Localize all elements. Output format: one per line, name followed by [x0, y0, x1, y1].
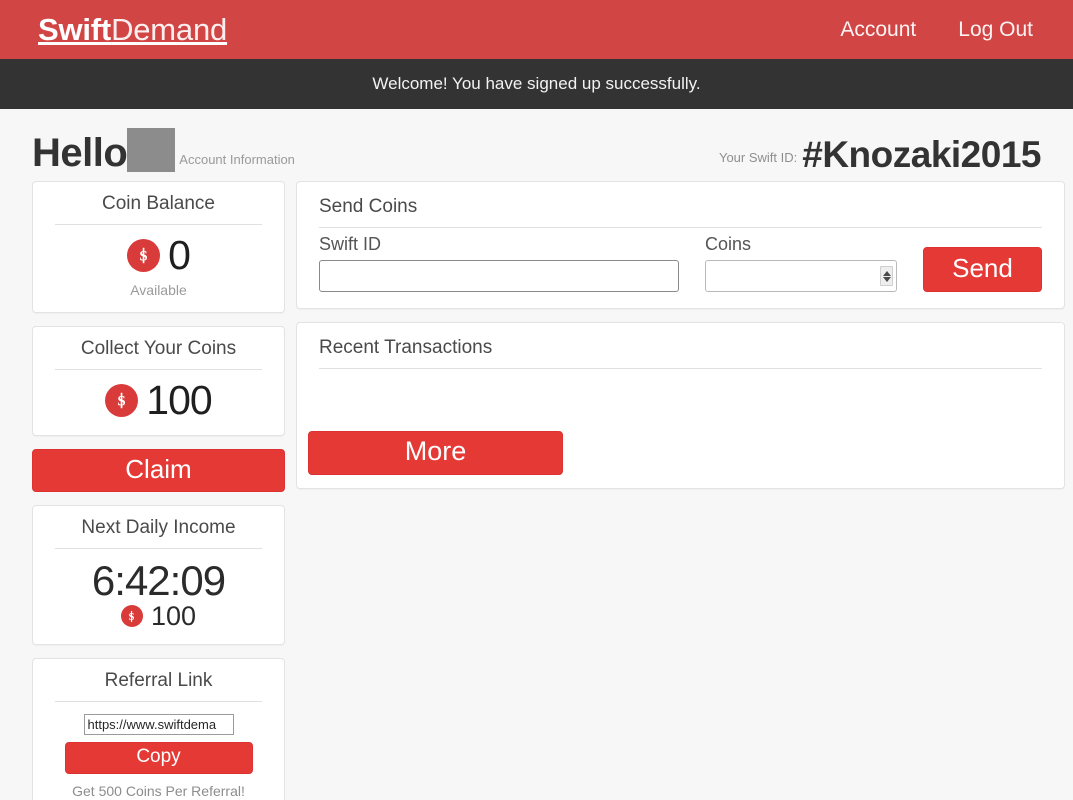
swift-id-input-label: Swift ID [319, 234, 382, 254]
nav-link-log-out[interactable]: Log Out [958, 18, 1033, 42]
claim-button[interactable]: Claim [32, 449, 285, 492]
recent-transactions-footer: More [297, 431, 1064, 488]
number-spinner-icon[interactable] [880, 266, 893, 286]
coin-balance-title: Coin Balance [101, 193, 216, 214]
next-daily-income-card: Next Daily Income 6:42:09 S 100 [32, 504, 285, 645]
coin-balance-sublabel: Available [130, 282, 187, 298]
swift-id-label: Your Swift ID: [718, 150, 798, 165]
coin-balance-amount-row: S 0 [47, 235, 270, 276]
coins-input-wrapper [705, 260, 897, 292]
coin-balance-amount: 0 [168, 232, 191, 278]
brand-logo[interactable]: SwiftDemand [38, 14, 227, 45]
next-daily-income-body: 6:42:09 S 100 [33, 549, 284, 644]
more-transactions-button[interactable]: More [308, 431, 563, 475]
top-navbar: SwiftDemand Account Log Out [0, 0, 1073, 59]
account-information-link[interactable]: Account Information [179, 152, 295, 167]
swift-coin-icon: S [127, 239, 161, 272]
left-column: Coin Balance S 0 Available [32, 181, 285, 800]
coin-balance-card: Coin Balance S 0 Available [32, 181, 285, 313]
send-button[interactable]: Send [923, 247, 1042, 292]
flash-message-bar: Welcome! You have signed up successfully… [0, 59, 1073, 109]
referral-link-body: Copy Get 500 Coins Per Referral! [33, 702, 284, 800]
next-daily-income-amount: 100 [150, 600, 197, 631]
page-title: Hello [32, 131, 128, 175]
brand-logo-light: Demand [111, 12, 228, 47]
copy-referral-button[interactable]: Copy [64, 741, 253, 774]
swift-coin-icon: S [105, 384, 139, 417]
spinner-up-arrow-icon[interactable] [882, 270, 891, 276]
next-daily-income-title: Next Daily Income [81, 516, 236, 538]
swift-id-field-group: Swift ID [319, 234, 679, 292]
recent-transactions-list [297, 369, 1064, 431]
flash-message-text: Welcome! You have signed up successfully… [372, 74, 701, 93]
coins-input-label: Coins [705, 234, 752, 254]
send-coins-title: Send Coins [319, 196, 418, 217]
send-coins-card: Send Coins Swift ID Coins Send [296, 181, 1065, 309]
right-column: Send Coins Swift ID Coins Send Recent Tr… [296, 181, 1065, 502]
nav-link-account[interactable]: Account [840, 18, 916, 42]
referral-link-input[interactable] [83, 713, 234, 735]
coin-balance-body: S 0 Available [33, 225, 284, 312]
next-daily-income-timer: 6:42:09 [91, 556, 226, 604]
swift-coin-icon: S [120, 605, 143, 628]
send-coins-form: Swift ID Coins Send [297, 228, 1064, 308]
coins-input[interactable] [705, 260, 897, 292]
dashboard-columns: Coin Balance S 0 Available [18, 181, 1065, 800]
referral-note: Get 500 Coins Per Referral! [72, 782, 245, 799]
recent-transactions-card: Recent Transactions More [296, 322, 1065, 489]
collect-coins-title: Collect Your Coins [80, 338, 237, 359]
spinner-down-arrow-icon[interactable] [882, 276, 891, 282]
username-redaction-box [127, 128, 176, 172]
swift-id-value: #Knozaki2015 [802, 134, 1041, 175]
recent-transactions-title: Recent Transactions [319, 337, 493, 358]
referral-link-card: Referral Link Copy Get 500 Coins Per Ref… [32, 657, 285, 800]
swift-id-input[interactable] [319, 260, 679, 292]
next-daily-income-amount-row: S 100 [47, 600, 270, 631]
brand-logo-bold: Swift [38, 12, 112, 47]
page-container: Hello Account Information Your Swift ID:… [0, 109, 1073, 800]
navbar-links: Account Log Out [840, 18, 1051, 42]
coins-field-group: Coins [705, 234, 897, 292]
collect-coins-amount-row: S 100 [47, 380, 270, 421]
collect-coins-amount: 100 [146, 377, 212, 423]
greeting-row: Hello Account Information Your Swift ID:… [18, 109, 1055, 181]
collect-coins-body: S 100 [33, 370, 284, 435]
collect-coins-card: Collect Your Coins S 100 [32, 326, 285, 436]
referral-link-title: Referral Link [104, 669, 213, 691]
